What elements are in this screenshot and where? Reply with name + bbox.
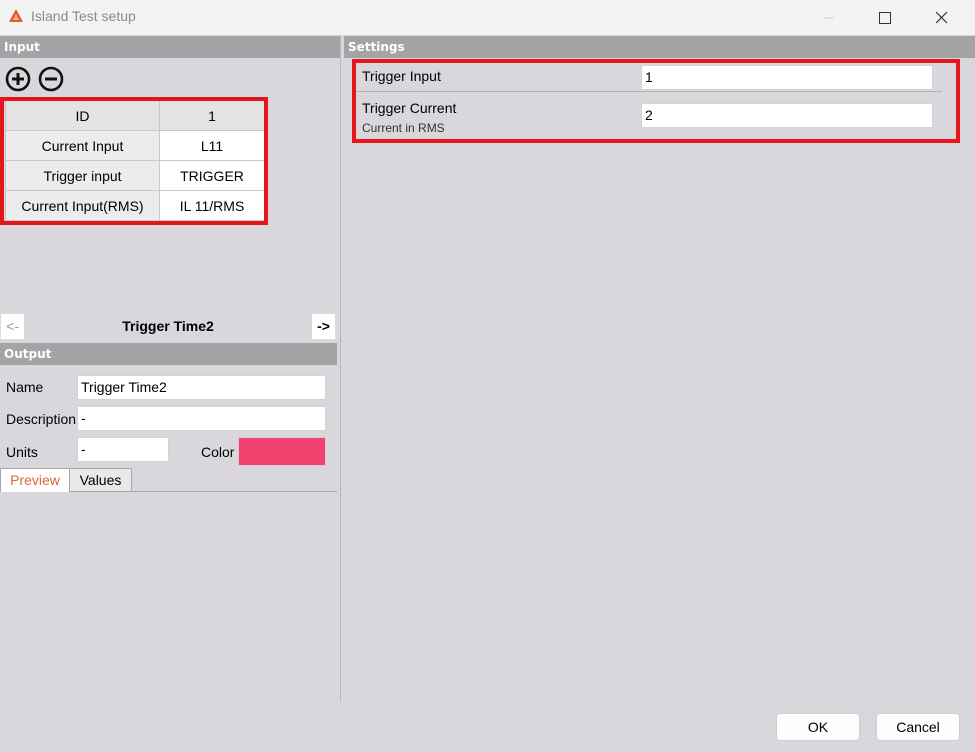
close-button[interactable]	[918, 0, 964, 35]
close-icon	[935, 11, 947, 24]
name-field[interactable]: Trigger Time2	[77, 375, 326, 400]
color-picker-swatch[interactable]	[238, 437, 326, 466]
remove-input-icon[interactable]	[38, 66, 64, 92]
tab-active-gap	[1, 491, 69, 492]
settings-section-header: Settings	[344, 36, 975, 58]
units-field[interactable]: -	[77, 437, 169, 462]
maximize-icon	[879, 11, 891, 24]
next-button[interactable]: ->	[311, 313, 336, 340]
tab-preview[interactable]: Preview	[0, 468, 70, 492]
minimize-icon	[824, 17, 834, 18]
cancel-button[interactable]: Cancel	[876, 713, 960, 741]
minimize-button[interactable]	[806, 0, 852, 35]
window-title: Island Test setup	[31, 8, 136, 24]
units-label: Units	[6, 444, 38, 460]
settings-highlight	[352, 59, 960, 143]
output-section-header: Output	[0, 343, 337, 365]
navigator-title: Trigger Time2	[122, 318, 214, 334]
description-label: Description	[6, 411, 77, 427]
previous-button[interactable]: <-	[0, 313, 25, 340]
color-label: Color	[201, 444, 235, 460]
description-field[interactable]: -	[77, 406, 326, 431]
input-table-highlight	[0, 97, 268, 225]
tab-values[interactable]: Values	[69, 468, 132, 492]
name-label: Name	[6, 379, 44, 395]
maximize-button[interactable]	[862, 0, 908, 35]
app-logo-icon	[9, 9, 23, 22]
input-section-header: Input	[0, 36, 340, 58]
panel-divider	[340, 35, 341, 702]
title-bar: Island Test setup	[0, 0, 975, 35]
ok-button[interactable]: OK	[776, 713, 860, 741]
add-input-icon[interactable]	[5, 66, 31, 92]
